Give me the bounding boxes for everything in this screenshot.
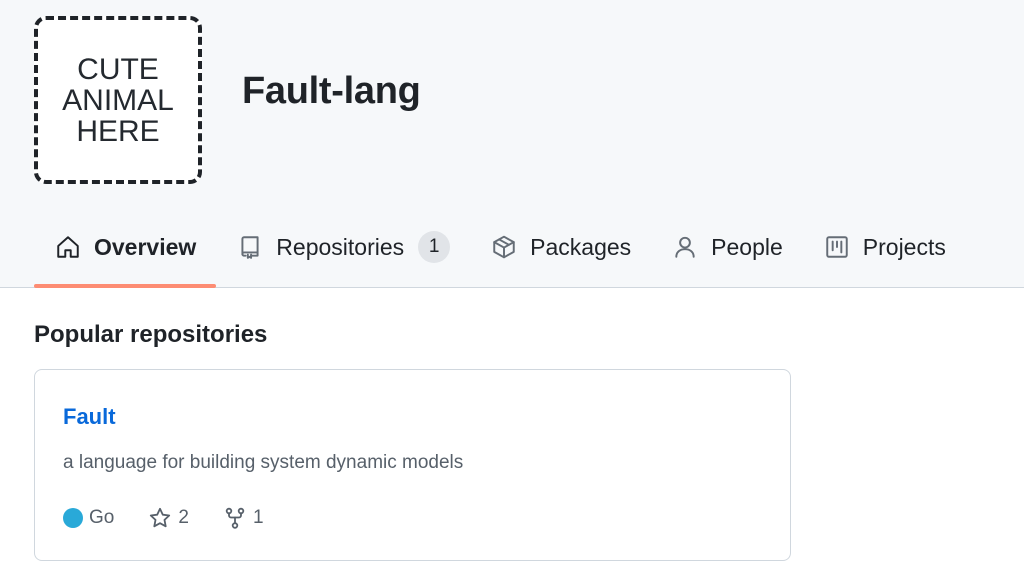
repo-description: a language for building system dynamic m… [63, 452, 464, 473]
tab-overview[interactable]: Overview [34, 212, 217, 288]
tab-projects[interactable]: Projects [803, 212, 966, 282]
org-name: Fault-lang [242, 70, 421, 112]
fork-icon [223, 506, 247, 530]
tab-people[interactable]: People [651, 212, 803, 282]
tab-packages-label: Packages [530, 233, 632, 260]
org-avatar[interactable]: CUTE ANIMAL HERE [34, 16, 202, 184]
repo-language-label: Go [89, 507, 115, 528]
person-icon [671, 233, 699, 261]
repo-name-link[interactable]: Fault [63, 404, 116, 430]
tab-repositories-label: Repositories [276, 233, 405, 260]
repo-forks-count: 1 [252, 507, 264, 528]
popular-repositories-heading: Popular repositories [34, 321, 268, 348]
avatar-placeholder-text: CUTE ANIMAL HERE [62, 52, 174, 148]
repo-meta: Go 2 1 [63, 506, 298, 530]
home-icon [54, 233, 82, 261]
repo-forks[interactable]: 1 [223, 506, 264, 530]
tab-overview-label: Overview [94, 233, 197, 260]
repo-language: Go [63, 507, 114, 529]
repo-card: Fault a language for building system dyn… [34, 369, 791, 561]
tab-packages[interactable]: Packages [470, 212, 651, 282]
tab-repositories[interactable]: Repositories 1 [216, 212, 470, 282]
package-icon [490, 233, 518, 261]
repositories-count-badge: 1 [418, 231, 451, 263]
language-color-dot [63, 508, 83, 528]
repo-stars-count: 2 [178, 507, 189, 528]
repo-icon [236, 233, 264, 261]
project-icon [823, 233, 851, 261]
repo-stars[interactable]: 2 [148, 506, 189, 530]
tab-people-label: People [711, 233, 783, 260]
tab-projects-label: Projects [862, 233, 946, 260]
org-header: CUTE ANIMAL HERE Fault-lang Overview Rep… [0, 0, 1024, 288]
star-icon [148, 506, 172, 530]
org-nav-tabs: Overview Repositories 1 Packages People [34, 212, 966, 288]
